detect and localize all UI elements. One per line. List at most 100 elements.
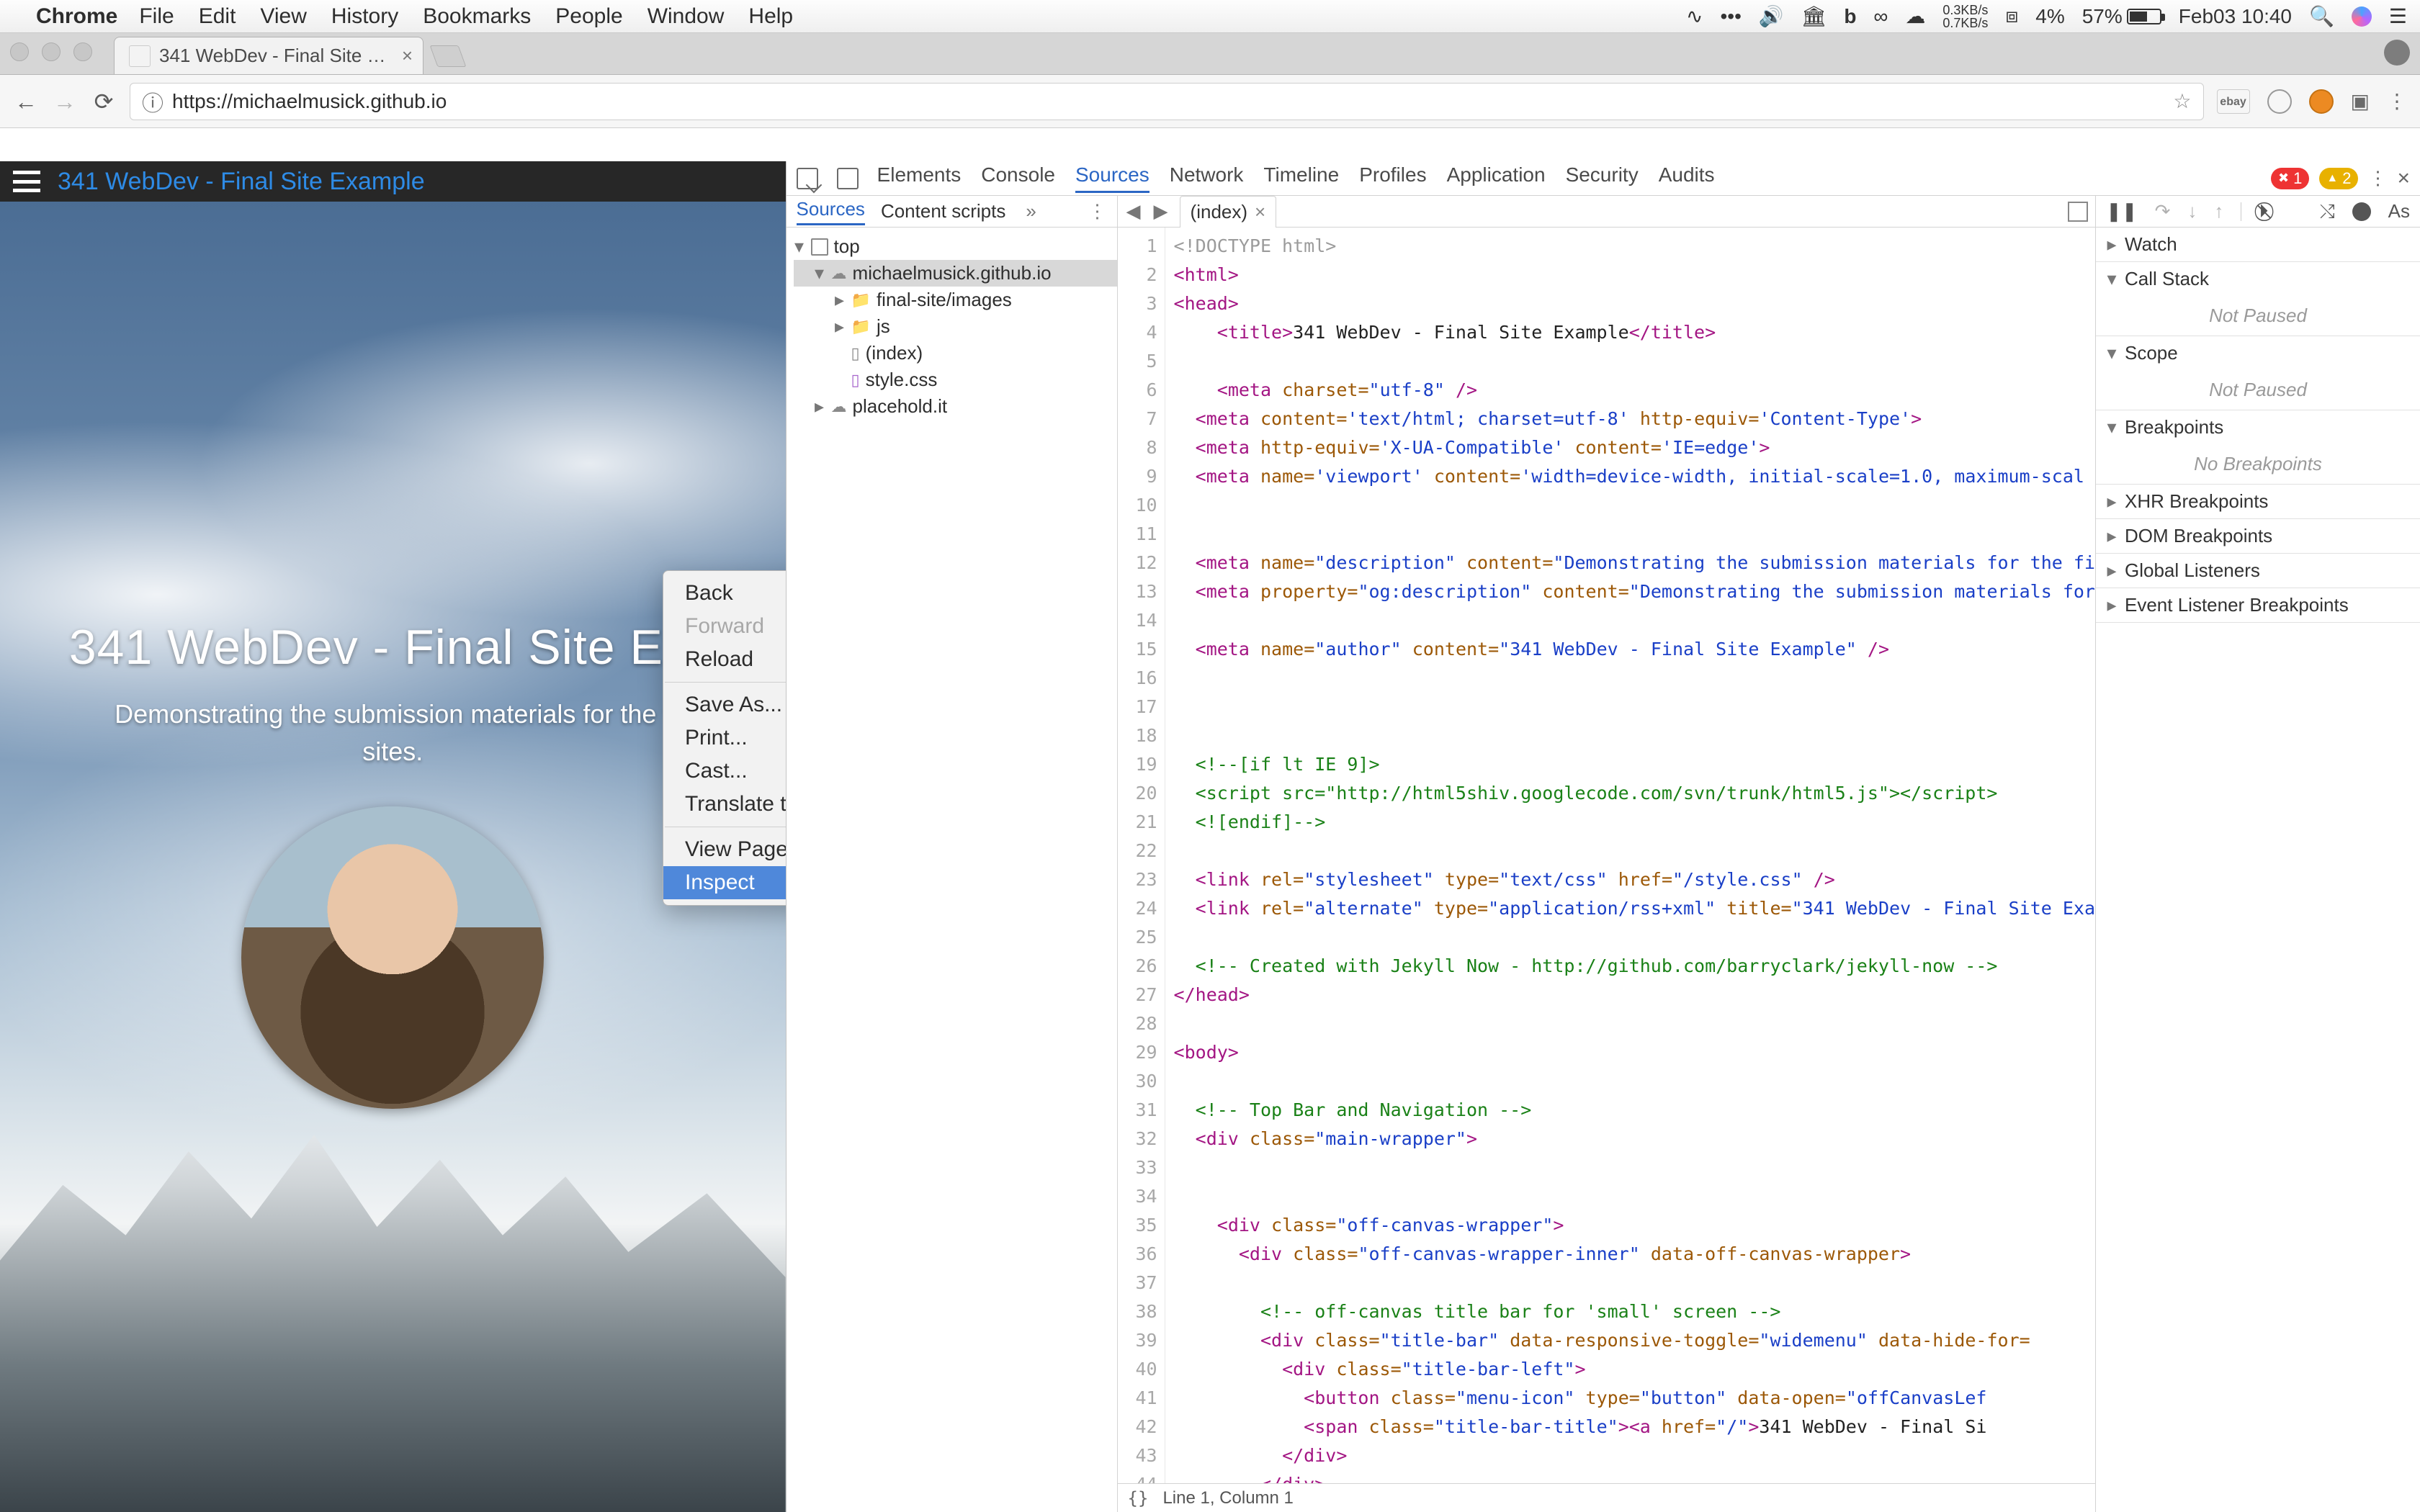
- menubar-notif-icon[interactable]: ☰: [2389, 4, 2407, 28]
- menubar-datetime[interactable]: Feb03 10:40: [2179, 5, 2292, 28]
- ctx-inspect[interactable]: Inspect: [663, 866, 786, 899]
- ctx-reload[interactable]: Reload: [663, 643, 786, 676]
- element-picker-icon[interactable]: [797, 168, 818, 189]
- tree-folder-images[interactable]: ▸📁final-site/images: [794, 287, 1117, 313]
- nav-more-icon[interactable]: ⋮: [1088, 200, 1107, 222]
- tab-profiles[interactable]: Profiles: [1359, 163, 1426, 193]
- nav-content-scripts-tab[interactable]: Content scripts: [881, 200, 1005, 222]
- menubar-volume-icon[interactable]: 🔊: [1759, 4, 1784, 28]
- menubar-infinity-icon[interactable]: ∞: [1873, 5, 1888, 28]
- step-out-icon[interactable]: ↑: [2214, 200, 2223, 222]
- editor-code-area[interactable]: <!DOCTYPE html> <html> <head> <title>341…: [1165, 228, 2095, 1483]
- menubar-view[interactable]: View: [260, 4, 306, 29]
- site-title-link[interactable]: 341 WebDev - Final Site Example: [58, 168, 425, 196]
- global-listeners-header[interactable]: ▸Global Listeners: [2096, 554, 2420, 588]
- tree-folder-js[interactable]: ▸📁js: [794, 313, 1117, 340]
- zoom-window-button[interactable]: [73, 42, 92, 61]
- xhr-bp-header[interactable]: ▸XHR Breakpoints: [2096, 485, 2420, 518]
- ext-icon-2[interactable]: [2309, 89, 2334, 114]
- address-bar[interactable]: ⓘ ☆: [130, 83, 2204, 120]
- editor-popup-icon[interactable]: [2068, 202, 2088, 222]
- ctx-back[interactable]: Back: [663, 577, 786, 610]
- event-listener-bp-header[interactable]: ▸Event Listener Breakpoints: [2096, 588, 2420, 622]
- menubar-window[interactable]: Window: [647, 4, 725, 29]
- nav-overflow-icon[interactable]: »: [1026, 200, 1036, 222]
- ebay-ext-icon[interactable]: ebay: [2217, 89, 2250, 114]
- pause-exceptions-icon[interactable]: [2352, 202, 2371, 221]
- ctx-print[interactable]: Print...: [663, 721, 786, 755]
- dom-bp-header[interactable]: ▸DOM Breakpoints: [2096, 519, 2420, 553]
- editor-tab-index[interactable]: (index) ×: [1180, 196, 1277, 228]
- watch-header[interactable]: ▸Watch: [2096, 228, 2420, 261]
- editor-tab-close-icon[interactable]: ×: [1255, 201, 1265, 223]
- deactivate-bp-icon[interactable]: ⏵⃠: [2259, 200, 2268, 223]
- editor-history-fwd-icon[interactable]: ▶: [1152, 200, 1170, 222]
- tab-elements[interactable]: Elements: [877, 163, 962, 193]
- scope-header[interactable]: ▾Scope: [2096, 336, 2420, 370]
- chrome-menu-icon[interactable]: ⋮: [2387, 89, 2407, 113]
- device-toggle-icon[interactable]: [837, 168, 859, 189]
- reload-button[interactable]: ⟳: [91, 89, 117, 114]
- menubar-dots-icon[interactable]: •••: [1720, 5, 1741, 28]
- editor-history-back-icon[interactable]: ◀: [1125, 200, 1142, 222]
- nav-sources-tab[interactable]: Sources: [797, 198, 865, 225]
- menubar-app-name[interactable]: Chrome: [36, 4, 117, 29]
- ctx-save-as[interactable]: Save As...: [663, 688, 786, 721]
- profile-avatar-icon[interactable]: [2384, 40, 2410, 66]
- async-toggle-icon[interactable]: ⤭: [2320, 200, 2335, 223]
- back-button[interactable]: ←: [13, 89, 39, 114]
- menubar-battery[interactable]: 57%: [2082, 5, 2161, 28]
- ctx-view-source[interactable]: View Page Source: [663, 833, 786, 866]
- ctx-cast[interactable]: Cast...: [663, 755, 786, 788]
- tab-sources[interactable]: Sources: [1075, 163, 1150, 193]
- tab-audits[interactable]: Audits: [1659, 163, 1715, 193]
- tab-console[interactable]: Console: [981, 163, 1055, 193]
- pretty-print-icon[interactable]: {}: [1128, 1488, 1149, 1508]
- step-over-icon[interactable]: ↷: [2155, 200, 2171, 222]
- bookmark-star-icon[interactable]: ☆: [2173, 89, 2191, 113]
- tab-network[interactable]: Network: [1170, 163, 1244, 193]
- callstack-header[interactable]: ▾Call Stack: [2096, 262, 2420, 296]
- url-input[interactable]: [172, 90, 2164, 113]
- tab-application[interactable]: Application: [1447, 163, 1546, 193]
- menubar-ch-icon[interactable]: 🏛: [1801, 4, 1827, 28]
- devtools-more-icon[interactable]: ⋮: [2368, 167, 2387, 189]
- step-into-icon[interactable]: ↓: [2187, 200, 2197, 222]
- menubar-edit[interactable]: Edit: [199, 4, 236, 29]
- tab-timeline[interactable]: Timeline: [1263, 163, 1339, 193]
- menubar-spotlight-icon[interactable]: 🔍: [2309, 4, 2334, 28]
- tree-placehold[interactable]: ▸☁placehold.it: [794, 393, 1117, 420]
- menubar-siri-icon[interactable]: [2352, 6, 2372, 27]
- warning-count-badge[interactable]: 2: [2319, 168, 2358, 189]
- pause-icon[interactable]: ❚❚: [2106, 200, 2138, 222]
- menubar-file[interactable]: File: [139, 4, 174, 29]
- tree-file-style[interactable]: ▯style.css: [794, 366, 1117, 393]
- menubar-dropbox-icon[interactable]: ⧈: [2005, 4, 2018, 28]
- page-viewport[interactable]: 341 WebDev - Final Site Example 341 WebD…: [0, 161, 786, 1512]
- tab-close-icon[interactable]: ×: [402, 45, 413, 67]
- menubar-people[interactable]: People: [555, 4, 622, 29]
- menubar-b-icon[interactable]: b: [1844, 5, 1856, 28]
- tree-domain[interactable]: ▾☁michaelmusick.github.io: [794, 260, 1117, 287]
- tab-security[interactable]: Security: [1566, 163, 1639, 193]
- dbg-settings-icon[interactable]: As: [2388, 200, 2410, 222]
- tree-top[interactable]: ▾top: [794, 233, 1117, 260]
- browser-tab[interactable]: 341 WebDev - Final Site Exam… ×: [114, 37, 424, 74]
- menubar-bookmarks[interactable]: Bookmarks: [423, 4, 531, 29]
- cast-icon[interactable]: ▣: [2351, 89, 2370, 113]
- breakpoints-header[interactable]: ▾Breakpoints: [2096, 410, 2420, 444]
- close-window-button[interactable]: [10, 42, 29, 61]
- ctx-translate[interactable]: Translate to English: [663, 788, 786, 821]
- forward-button[interactable]: →: [52, 89, 78, 114]
- new-tab-button[interactable]: [430, 45, 467, 67]
- error-count-badge[interactable]: 1: [2271, 168, 2309, 189]
- menubar-wifi-icon[interactable]: ∿: [1686, 4, 1703, 28]
- minimize-window-button[interactable]: [42, 42, 60, 61]
- tree-file-index[interactable]: ▯(index): [794, 340, 1117, 366]
- menubar-cloud-icon[interactable]: ☁: [1905, 4, 1925, 28]
- ext-icon-1[interactable]: [2267, 89, 2292, 114]
- menubar-history[interactable]: History: [331, 4, 398, 29]
- devtools-close-icon[interactable]: ×: [2397, 166, 2410, 191]
- site-info-icon[interactable]: ⓘ: [142, 86, 163, 117]
- hamburger-menu-icon[interactable]: [13, 171, 40, 192]
